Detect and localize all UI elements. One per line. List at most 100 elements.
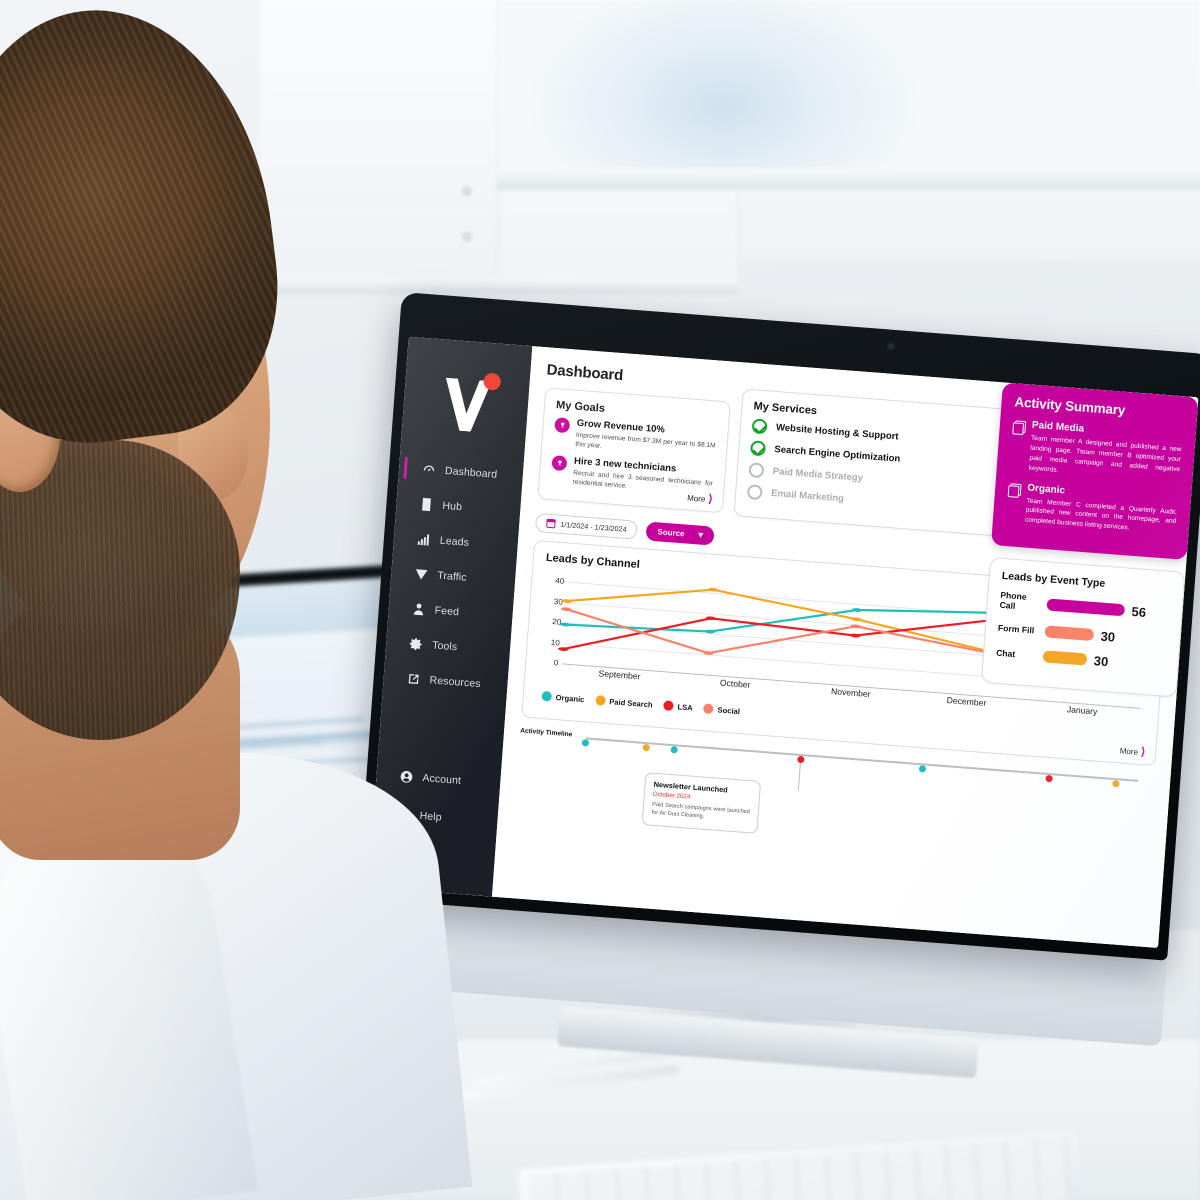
timeline-dot[interactable] (918, 765, 927, 773)
chart-point[interactable] (559, 622, 571, 627)
sidebar-item-label: Leads (439, 534, 470, 549)
legend-item[interactable]: Organic (541, 690, 585, 704)
legend-item[interactable]: LSA (663, 700, 693, 712)
copy-pages-icon (1008, 483, 1021, 496)
event-value: 30 (1100, 628, 1116, 645)
chart-more-link[interactable]: More ⟩ (1119, 745, 1145, 758)
avatar-sunglasses (1013, 361, 1029, 368)
service-label: Search Engine Optimization (774, 444, 901, 465)
summary-block-body: Team member A designed and published a n… (1028, 434, 1182, 474)
sidebar-item-label: Resources (429, 674, 482, 691)
trophy-icon (551, 455, 568, 472)
primary-monitor: Dashboard Hub Leads Traffic Feed Tools R… (351, 292, 1200, 1079)
timeline-dot-active[interactable] (797, 755, 805, 764)
y-tick: 40 (555, 576, 565, 586)
cabinet-handle-lower (462, 232, 472, 242)
chart-point[interactable] (849, 633, 861, 638)
timeline-dot[interactable] (581, 739, 590, 747)
logo-dot (483, 372, 502, 391)
avatar-face (1012, 358, 1029, 376)
chevron-right-icon: ⟩ (1140, 746, 1146, 759)
empty-circle-icon (748, 462, 765, 479)
sidebar-item-label: Traffic (436, 569, 467, 584)
goal-item[interactable]: Grow Revenue 10% Improve revenue from $7… (553, 417, 717, 460)
y-tick: 20 (552, 617, 562, 627)
monitor-screen: Dashboard Hub Leads Traffic Feed Tools R… (368, 336, 1199, 948)
legend-swatch (663, 700, 674, 712)
date-range-picker[interactable]: 1/1/2024 - 1/23/2024 (534, 512, 639, 540)
dashboard-app: Dashboard Hub Leads Traffic Feed Tools R… (368, 336, 1199, 948)
event-row: Form Fill 30 (997, 621, 1168, 649)
y-tick: 30 (553, 596, 564, 607)
timeline-callout: Newsletter Launched October 2024 Paid Se… (641, 772, 762, 834)
event-row: Phone Call 56 (999, 590, 1170, 624)
legend-swatch (541, 690, 553, 702)
y-tick: 0 (553, 658, 559, 668)
csm-role: Customer Success Manager (1045, 364, 1153, 383)
timeline-connector (797, 762, 802, 791)
activity-summary-title: Activity Summary (1014, 394, 1126, 418)
sidebar-item-label: Feed (434, 604, 460, 619)
right-column: Activity Summary Paid Media Team member … (980, 382, 1199, 698)
calendar-icon (546, 518, 556, 529)
source-label: Source (657, 527, 685, 539)
legend-swatch (594, 695, 606, 706)
legend-swatch (703, 703, 715, 715)
chevron-right-icon: ⟩ (707, 493, 714, 506)
avatar-beard (1011, 367, 1030, 379)
summary-block: Paid Media Team member A designed and pu… (1009, 418, 1182, 484)
sidebar-item-label: Hub (442, 499, 463, 514)
activity-summary-card: Activity Summary Paid Media Team member … (991, 382, 1199, 561)
activity-timeline-label: Activity Timeline (519, 727, 573, 739)
event-value: 30 (1093, 653, 1109, 670)
monitor-bezel: Dashboard Hub Leads Traffic Feed Tools R… (357, 292, 1200, 961)
wall-poster (500, 0, 1200, 175)
webcam-icon (886, 341, 896, 351)
chevron-down-icon: ▾ (698, 529, 704, 540)
person-viewing-screen (0, 0, 473, 1200)
timeline-callout-body: Paid Search campaigns were launched for … (651, 801, 751, 821)
legend-label: Organic (555, 692, 585, 704)
timeline-dot[interactable] (1045, 774, 1054, 783)
csm-name: CSM First and Last Name (1045, 351, 1185, 375)
summary-block: Organic Team Member C completed a Quarte… (1006, 481, 1179, 538)
event-bar (1042, 650, 1088, 667)
chart-point[interactable] (561, 599, 573, 603)
event-row: Chat 30 (996, 646, 1167, 674)
event-bar (1044, 625, 1095, 642)
service-label: Email Marketing (770, 487, 845, 505)
event-label: Phone Call (999, 590, 1027, 612)
sidebar-item-label: Tools (431, 639, 458, 654)
copy-pages-icon (1012, 420, 1025, 433)
date-range-value: 1/1/2024 - 1/23/2024 (560, 519, 627, 534)
event-label: Form Fill (997, 622, 1035, 636)
more-label: More (686, 493, 706, 504)
check-circle-icon (749, 440, 767, 457)
empty-circle-icon (746, 484, 763, 501)
legend-label: LSA (677, 701, 694, 713)
more-label: More (1119, 746, 1139, 757)
event-label: Chat (995, 647, 1016, 659)
trophy-icon (554, 417, 571, 434)
my-goals-card: My Goals Grow Revenue 10% Improve revenu… (537, 387, 731, 514)
service-label: Paid Media Strategy (772, 465, 864, 484)
main-content: CSM First and Last Name Customer Success… (491, 346, 1199, 948)
wall-poster-frame (497, 168, 1200, 190)
legend-item[interactable]: Social (703, 703, 740, 716)
check-circle-icon (751, 418, 768, 435)
timeline-dot[interactable] (670, 745, 678, 754)
legend-item[interactable]: Paid Search (594, 695, 653, 709)
timeline-dot[interactable] (642, 743, 650, 752)
leads-by-event-type-title: Leads by Event Type (1001, 570, 1106, 591)
sidebar-item-label: Dashboard (444, 464, 498, 481)
leads-by-event-type-card: Leads by Event Type Phone Call 56 Form F… (980, 557, 1186, 698)
timeline-dot[interactable] (1111, 779, 1120, 788)
service-label: Website Hosting & Support (775, 422, 899, 443)
my-goals-more-link[interactable]: More ⟩ (687, 492, 713, 505)
y-tick: 10 (550, 637, 561, 648)
event-bar (1046, 598, 1126, 617)
legend-label: Social (717, 704, 741, 716)
avatar-hat (1009, 351, 1033, 362)
csm-avatar (1002, 348, 1039, 385)
source-dropdown[interactable]: Source ▾ (645, 521, 715, 546)
